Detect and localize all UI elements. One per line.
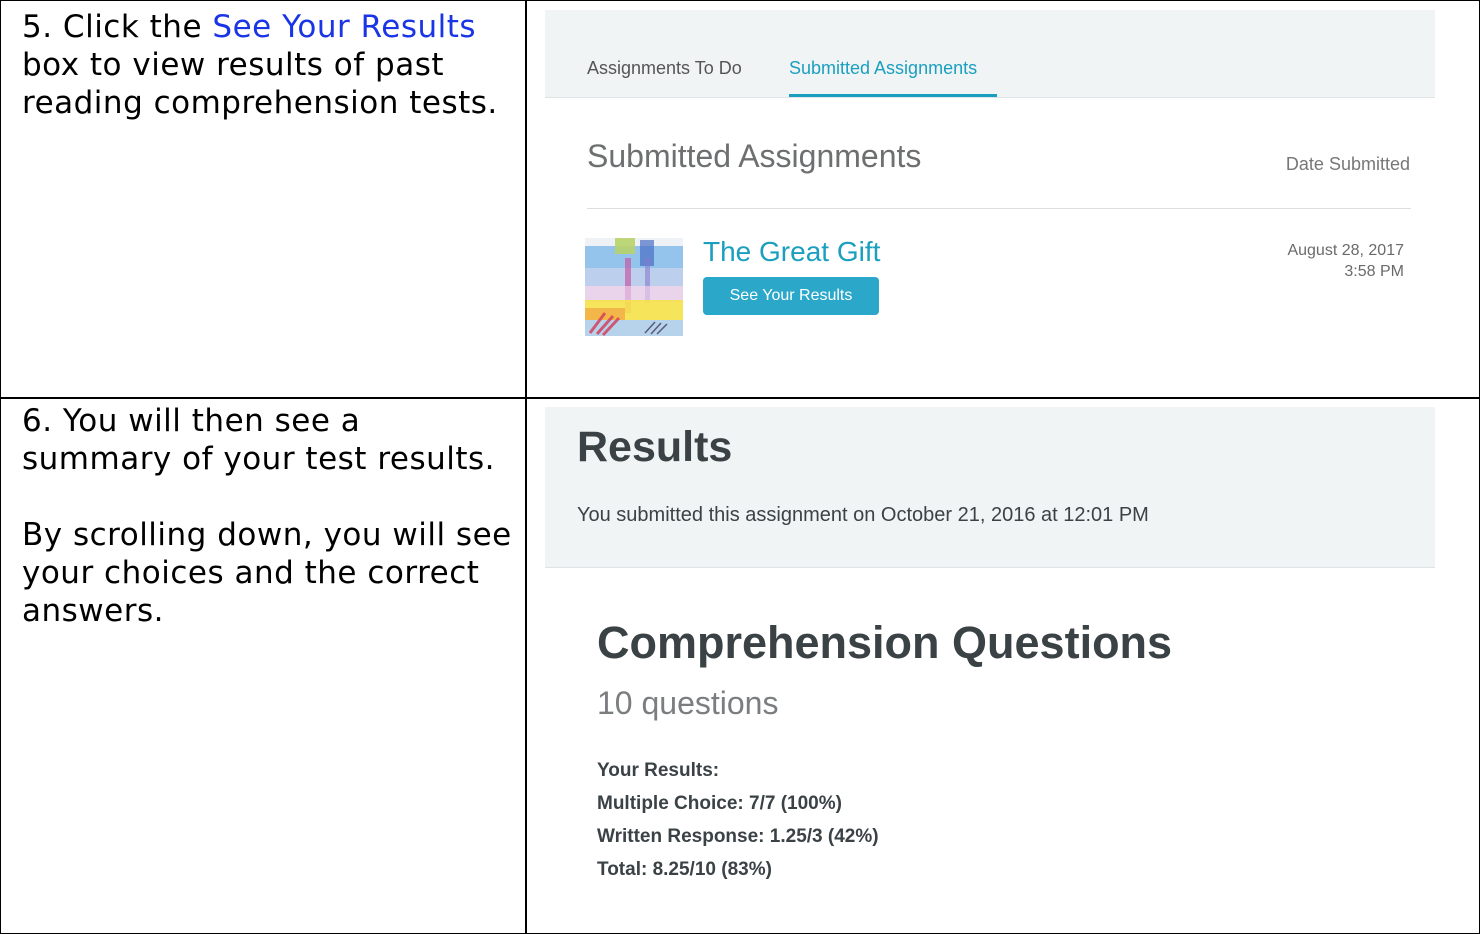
step-6-line-1: 6. You will then see a summary of your t… <box>22 403 496 477</box>
results-header: Results You submitted this assignment on… <box>545 407 1435 568</box>
question-count: 10 questions <box>597 685 779 721</box>
results-screenshot: Results You submitted this assignment on… <box>545 407 1435 932</box>
step-6-line-2: By scrolling down, you will see your cho… <box>22 517 512 629</box>
section-title: Submitted Assignments <box>587 138 922 174</box>
step-5-prefix: 5. Click the <box>22 9 213 45</box>
section-divider <box>587 208 1411 209</box>
step-5-instruction: 5. Click the See Your Results box to vie… <box>22 8 502 122</box>
table-row-divider <box>0 397 1480 399</box>
submission-date-day: August 28, 2017 <box>1287 242 1404 259</box>
assignment-tab-bar: Assignments To Do Submitted Assignments <box>545 10 1435 98</box>
watercolor-thumbnail-image <box>585 238 683 336</box>
active-tab-indicator <box>789 94 997 97</box>
see-your-results-button[interactable]: See Your Results <box>703 277 879 315</box>
step-5-link-text: See Your Results <box>212 9 477 45</box>
assignment-title-link[interactable]: The Great Gift <box>703 236 880 268</box>
written-response-score: Written Response: 1.25/3 (42%) <box>597 826 879 847</box>
step-5-suffix: box to view results of past reading comp… <box>22 47 498 121</box>
tab-submitted-assignments[interactable]: Submitted Assignments <box>789 58 977 79</box>
date-submitted-header: Date Submitted <box>1285 154 1410 174</box>
submitted-assignments-screenshot: Assignments To Do Submitted Assignments … <box>545 10 1435 388</box>
submission-date: August 28, 2017 3:58 PM <box>1287 240 1404 282</box>
multiple-choice-score: Multiple Choice: 7/7 (100%) <box>597 793 842 814</box>
table-column-divider <box>525 0 527 934</box>
tab-assignments-to-do[interactable]: Assignments To Do <box>587 58 742 79</box>
your-results-label: Your Results: <box>597 760 720 781</box>
results-submitted-text: You submitted this assignment on October… <box>577 504 1149 526</box>
total-score: Total: 8.25/10 (83%) <box>597 859 772 880</box>
comprehension-questions-title: Comprehension Questions <box>597 617 1173 668</box>
assignment-thumbnail[interactable] <box>585 238 683 336</box>
results-title: Results <box>577 423 733 471</box>
submission-date-time: 3:58 PM <box>1344 263 1404 280</box>
step-6-instruction: 6. You will then see a summary of your t… <box>22 402 512 630</box>
